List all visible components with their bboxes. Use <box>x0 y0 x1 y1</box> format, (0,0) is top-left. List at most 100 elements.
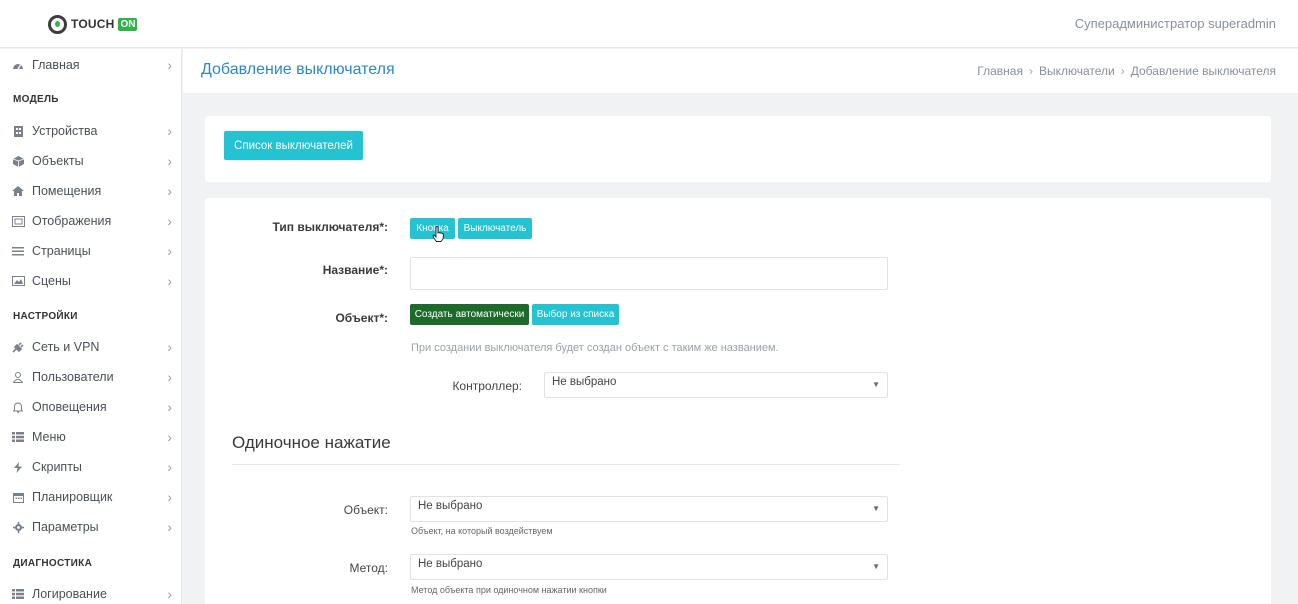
sidebar-item-scripts[interactable]: Скрипты › <box>0 452 182 482</box>
sp-method-label: Метод: <box>349 561 388 575</box>
sidebar-item-network[interactable]: Сеть и VPN › <box>0 332 182 362</box>
sidebar-item-label: Планировщик <box>32 490 113 504</box>
type-label: Тип выключателя*: <box>272 220 388 234</box>
sidebar-item-pages[interactable]: Страницы › <box>0 236 182 266</box>
user-menu[interactable]: Суперадминистратор superadmin <box>1075 16 1276 31</box>
chevron-right-icon: › <box>167 489 172 505</box>
breadcrumb-home[interactable]: Главная <box>977 64 1023 78</box>
sidebar-item-label: Страницы <box>32 244 91 258</box>
sp-method-hint: Метод объекта при одиночном нажатии кноп… <box>411 585 607 595</box>
chevron-right-icon: › <box>1028 64 1033 78</box>
sidebar-item-label: Сеть и VPN <box>32 340 100 354</box>
sidebar-item-scenes[interactable]: Сцены › <box>0 266 182 296</box>
sidebar-item-label: Оповещения <box>32 400 107 414</box>
switch-list-button[interactable]: Список выключателей <box>224 131 363 160</box>
breadcrumb-switches[interactable]: Выключатели <box>1039 64 1115 78</box>
chevron-right-icon: › <box>167 243 172 259</box>
gear-icon <box>11 521 25 533</box>
chevron-right-icon: › <box>167 369 172 385</box>
cube-icon <box>11 155 25 167</box>
object-hint: При создании выключателя будет создан об… <box>411 342 779 354</box>
chevron-right-icon: › <box>167 57 172 73</box>
section-diagnostics: ДИАГНОСТИКА <box>13 558 93 569</box>
chevron-right-icon: › <box>167 399 172 415</box>
user-icon <box>11 371 25 383</box>
bolt-icon <box>11 461 25 473</box>
page-title: Добавление выключателя <box>201 61 395 78</box>
sidebar-item-rooms[interactable]: Помещения › <box>0 176 182 206</box>
controller-value: Не выбрано <box>552 376 617 388</box>
sp-method-value: Не выбрано <box>418 558 483 570</box>
caret-down-icon: ▼ <box>872 504 880 513</box>
chevron-right-icon: › <box>1120 64 1125 78</box>
page-header: Добавление выключателя Главная › Выключа… <box>183 49 1298 94</box>
display-icon <box>11 215 25 227</box>
object-label: Объект*: <box>335 311 388 325</box>
sidebar-item-parameters[interactable]: Параметры › <box>0 512 182 542</box>
image-icon <box>11 275 25 287</box>
device-icon <box>11 125 25 137</box>
type-switch-button[interactable]: Выключатель <box>458 218 532 239</box>
single-press-title: Одиночное нажатие <box>232 433 391 452</box>
sidebar-item-label: Отображения <box>32 214 112 228</box>
sidebar-item-label: Помещения <box>32 184 102 198</box>
section-settings: НАСТРОЙКИ <box>13 311 78 322</box>
sidebar-item-label: Устройства <box>32 124 98 138</box>
sp-object-select[interactable]: Не выбрано ▼ <box>410 496 888 522</box>
sp-object-value: Не выбрано <box>418 500 483 512</box>
logo[interactable]: TOUCH ON <box>48 14 138 34</box>
sidebar-item-devices[interactable]: Устройства › <box>0 116 182 146</box>
sidebar-item-label: Сцены <box>32 274 71 288</box>
sidebar-item-menu[interactable]: Меню › <box>0 422 182 452</box>
sidebar-item-logging[interactable]: Логирование › <box>0 579 182 604</box>
sidebar-item-label: Главная <box>32 58 80 72</box>
chevron-right-icon: › <box>167 339 172 355</box>
caret-down-icon: ▼ <box>872 562 880 571</box>
name-label: Название*: <box>322 263 388 277</box>
chevron-right-icon: › <box>167 213 172 229</box>
name-input[interactable] <box>410 257 888 290</box>
chevron-right-icon: › <box>167 429 172 445</box>
chevron-right-icon: › <box>167 519 172 535</box>
sidebar-item-label: Пользователи <box>32 370 114 384</box>
sp-method-select[interactable]: Не выбрано ▼ <box>410 554 888 580</box>
section-divider <box>232 464 900 465</box>
chevron-right-icon: › <box>167 586 172 602</box>
plug-icon <box>11 341 25 353</box>
sidebar-item-scheduler[interactable]: Планировщик › <box>0 482 182 512</box>
create-auto-button[interactable]: Создать автоматически <box>410 304 529 325</box>
chevron-right-icon: › <box>167 153 172 169</box>
chevron-right-icon: › <box>167 459 172 475</box>
logo-text: TOUCH <box>71 17 115 31</box>
top-bar: TOUCH ON Суперадминистратор superadmin <box>0 0 1298 48</box>
menu-icon <box>11 431 25 443</box>
sidebar-item-alerts[interactable]: Оповещения › <box>0 392 182 422</box>
controller-label: Контроллер: <box>452 379 522 393</box>
list-icon <box>11 588 25 600</box>
list-icon <box>11 245 25 257</box>
sidebar-item-users[interactable]: Пользователи › <box>0 362 182 392</box>
sidebar-item-label: Скрипты <box>32 460 82 474</box>
sidebar-item-label: Объекты <box>32 154 84 168</box>
sp-object-label: Объект: <box>343 503 388 517</box>
sidebar-item-home[interactable]: Главная › <box>0 50 182 80</box>
controller-select[interactable]: Не выбрано ▼ <box>544 372 888 398</box>
home-icon <box>11 185 25 197</box>
caret-down-icon: ▼ <box>872 380 880 389</box>
toolbar-card <box>205 116 1271 182</box>
select-from-list-button[interactable]: Выбор из списка <box>532 304 619 325</box>
bell-icon <box>11 401 25 413</box>
calendar-icon <box>11 491 25 503</box>
sidebar-item-objects[interactable]: Объекты › <box>0 146 182 176</box>
chevron-right-icon: › <box>167 183 172 199</box>
sidebar-item-label: Меню <box>32 430 66 444</box>
hand-cursor-icon <box>432 226 444 242</box>
chevron-right-icon: › <box>167 273 172 289</box>
power-icon <box>48 14 67 34</box>
sp-object-hint: Объект, на который воздействуем <box>411 526 553 536</box>
section-model: МОДЕЛЬ <box>13 94 59 105</box>
sidebar-item-displays[interactable]: Отображения › <box>0 206 182 236</box>
sidebar: Главная › МОДЕЛЬ Устройства › Объекты › … <box>0 49 182 604</box>
chevron-right-icon: › <box>167 123 172 139</box>
sidebar-item-label: Параметры <box>32 520 99 534</box>
